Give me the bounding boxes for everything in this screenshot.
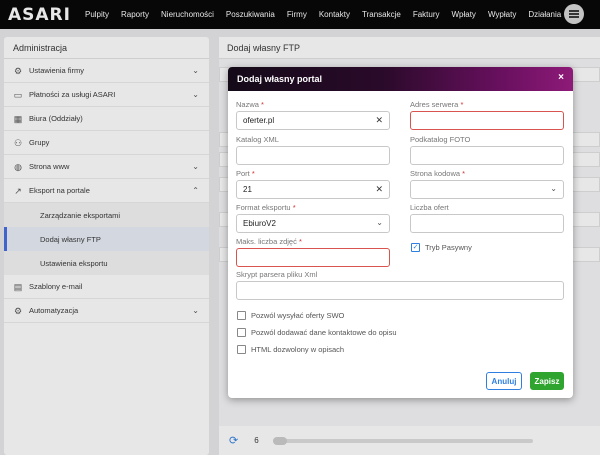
max-photos-label: Maks. liczba zdjęć * (236, 237, 302, 246)
add-portal-dialog: Dodaj własny portal × Nazwa * oferter.pl… (228, 67, 573, 398)
xml-dir-input[interactable] (236, 146, 390, 165)
charset-select[interactable]: ⌄ (410, 180, 564, 199)
name-label: Nazwa * (236, 100, 264, 109)
photo-dir-label: Podkatalog FOTO (410, 135, 471, 144)
cancel-button[interactable]: Anuluj (486, 372, 522, 390)
server-input[interactable] (410, 111, 564, 130)
export-format-label: Format eksportu * (236, 203, 296, 212)
name-input[interactable]: oferter.pl ✕ (236, 111, 390, 130)
chevron-down-icon: ⌄ (376, 218, 383, 227)
save-button[interactable]: Zapisz (530, 372, 564, 390)
allow-swo-checkbox[interactable]: Pozwól wysyłać oferty SWO (237, 311, 344, 320)
export-format-select[interactable]: EbiuroV2 ⌄ (236, 214, 390, 233)
chevron-down-icon: ⌄ (550, 184, 557, 193)
xml-dir-label: Katalog XML (236, 135, 279, 144)
passive-mode-checkbox[interactable]: ✓ Tryb Pasywny (411, 243, 472, 252)
allow-contact-data-checkbox[interactable]: Pozwól dodawać dane kontaktowe do opisu (237, 328, 397, 337)
port-label: Port * (236, 169, 255, 178)
parser-script-label: Skrypt parsera pliku Xml (236, 270, 318, 279)
close-icon[interactable]: × (558, 72, 564, 83)
check-icon: ✓ (411, 243, 420, 252)
port-input[interactable]: 21 ✕ (236, 180, 390, 199)
clear-icon[interactable]: ✕ (375, 115, 383, 126)
charset-label: Strona kodowa * (410, 169, 466, 178)
dialog-title: Dodaj własny portal (237, 74, 323, 84)
dialog-header: Dodaj własny portal × (228, 67, 573, 91)
photo-dir-input[interactable] (410, 146, 564, 165)
offer-count-label: Liczba ofert (410, 203, 449, 212)
max-photos-input[interactable] (236, 248, 390, 267)
server-label: Adres serwera * (410, 100, 464, 109)
parser-script-input[interactable] (236, 281, 564, 300)
offer-count-input[interactable] (410, 214, 564, 233)
html-allowed-checkbox[interactable]: HTML dozwolony w opisach (237, 345, 344, 354)
clear-icon[interactable]: ✕ (375, 184, 383, 195)
